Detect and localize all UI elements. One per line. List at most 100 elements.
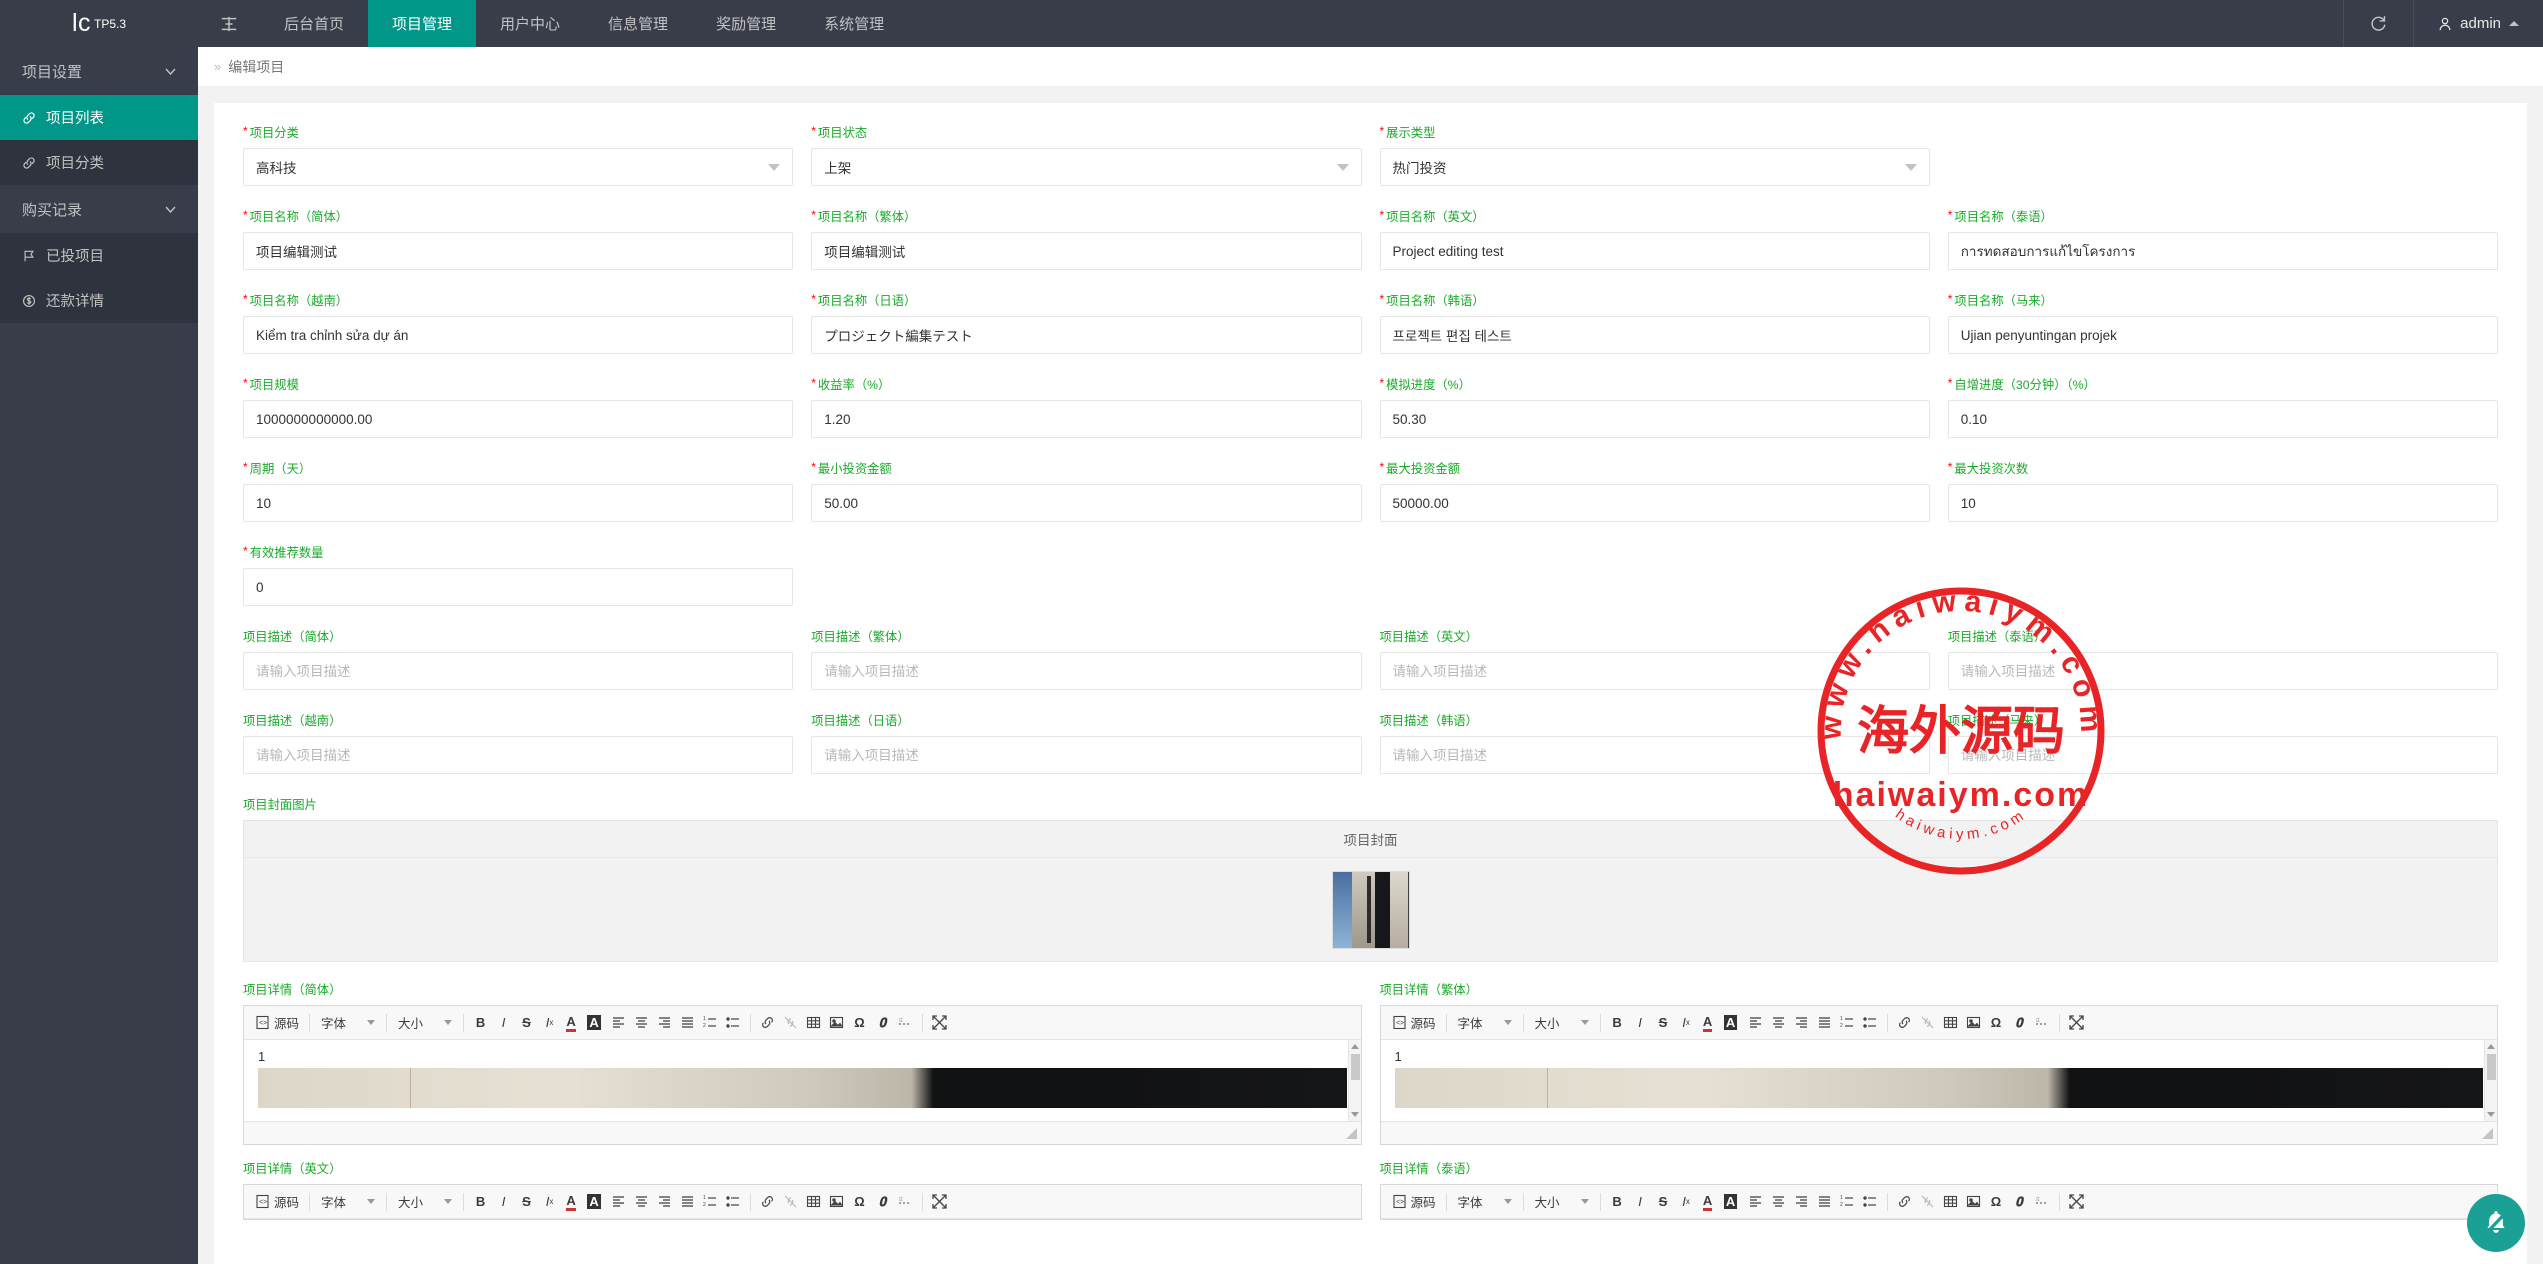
bold-icon[interactable]: B [1606, 1010, 1629, 1036]
editor-content-area[interactable]: 1 [244, 1040, 1361, 1122]
align-center-icon[interactable] [1767, 1010, 1790, 1036]
ordered-list-icon[interactable]: 12 [699, 1189, 722, 1215]
maximize-icon[interactable] [2065, 1010, 2088, 1036]
project-name-vietnamese-input[interactable] [243, 316, 793, 354]
maximize-icon[interactable] [928, 1189, 951, 1215]
link-icon[interactable] [756, 1189, 779, 1215]
desc-english-input[interactable] [1380, 652, 1930, 690]
sidebar-group-purchase-records[interactable]: 购买记录 [0, 185, 198, 233]
unordered-list-icon[interactable] [722, 1010, 745, 1036]
ordered-list-icon[interactable]: 12 [1836, 1010, 1859, 1036]
table-icon[interactable] [1939, 1189, 1962, 1215]
project-scale-input[interactable] [243, 400, 793, 438]
table-icon[interactable] [802, 1189, 825, 1215]
bold-icon[interactable]: B [1606, 1189, 1629, 1215]
yield-rate-input[interactable] [811, 400, 1361, 438]
font-size-dropdown[interactable]: 大小 [392, 1189, 458, 1215]
link-icon[interactable] [756, 1010, 779, 1036]
tab-reward-management[interactable]: 奖励管理 [692, 0, 800, 47]
table-icon[interactable] [1939, 1010, 1962, 1036]
editor-scrollbar[interactable] [2484, 1040, 2497, 1121]
resize-grip-icon[interactable] [2482, 1128, 2493, 1139]
valid-referral-count-input[interactable] [243, 568, 793, 606]
unordered-list-icon[interactable] [1859, 1010, 1882, 1036]
align-left-icon[interactable] [1744, 1010, 1767, 1036]
ordered-list-icon[interactable]: 12 [1836, 1189, 1859, 1215]
italic-icon[interactable]: I [492, 1189, 515, 1215]
tab-system-management[interactable]: 系统管理 [800, 0, 908, 47]
font-family-dropdown[interactable]: 字体 [1452, 1010, 1518, 1036]
page-break-icon[interactable]: ⁝⁝ [2031, 1010, 2054, 1036]
project-cover-thumbnail[interactable] [1332, 871, 1410, 949]
align-left-icon[interactable] [607, 1010, 630, 1036]
hamburger-icon[interactable] [198, 0, 260, 47]
text-color-icon[interactable]: A [561, 1010, 584, 1036]
tab-dashboard[interactable]: 后台首页 [260, 0, 368, 47]
unordered-list-icon[interactable] [1859, 1189, 1882, 1215]
scroll-up-arrow-icon[interactable] [1351, 1044, 1359, 1049]
font-size-dropdown[interactable]: 大小 [1529, 1010, 1595, 1036]
align-justify-icon[interactable] [1813, 1189, 1836, 1215]
text-color-icon[interactable]: A [1698, 1010, 1721, 1036]
anchor-icon[interactable]: 𝟎 [2008, 1189, 2031, 1215]
project-status-select[interactable] [811, 148, 1361, 186]
align-justify-icon[interactable] [676, 1010, 699, 1036]
auto-increment-progress-input[interactable] [1948, 400, 2498, 438]
omega-icon[interactable]: Ω [848, 1189, 871, 1215]
app-logo[interactable]: lcTP5.3 [0, 0, 198, 47]
font-size-dropdown[interactable]: 大小 [392, 1010, 458, 1036]
font-family-dropdown[interactable]: 字体 [315, 1189, 381, 1215]
unordered-list-icon[interactable] [722, 1189, 745, 1215]
table-icon[interactable] [802, 1010, 825, 1036]
anchor-icon[interactable]: 𝟎 [871, 1010, 894, 1036]
notification-toggle-button[interactable] [2467, 1194, 2525, 1252]
unlink-icon[interactable] [779, 1010, 802, 1036]
background-color-icon[interactable]: A [1721, 1189, 1744, 1215]
align-right-icon[interactable] [1790, 1189, 1813, 1215]
project-name-thai-input[interactable] [1948, 232, 2498, 270]
background-color-icon[interactable]: A [1721, 1010, 1744, 1036]
strikethrough-icon[interactable]: S [1652, 1189, 1675, 1215]
remove-format-icon[interactable]: Ix [538, 1189, 561, 1215]
align-justify-icon[interactable] [676, 1189, 699, 1215]
tab-user-center[interactable]: 用户中心 [476, 0, 584, 47]
sidebar-item-repayment-details[interactable]: 还款详情 [0, 278, 198, 323]
resize-grip-icon[interactable] [1346, 1128, 1357, 1139]
scroll-up-arrow-icon[interactable] [2487, 1044, 2495, 1049]
source-code-button[interactable]: <> 源码 [1387, 1010, 1441, 1036]
source-code-button[interactable]: <> 源码 [250, 1189, 304, 1215]
align-right-icon[interactable] [653, 1189, 676, 1215]
desc-korean-input[interactable] [1380, 736, 1930, 774]
text-color-icon[interactable]: A [561, 1189, 584, 1215]
anchor-icon[interactable]: 𝟎 [2008, 1010, 2031, 1036]
font-size-dropdown[interactable]: 大小 [1529, 1189, 1595, 1215]
display-type-select[interactable] [1380, 148, 1930, 186]
editor-scrollbar[interactable] [1348, 1040, 1361, 1121]
sidebar-item-project-category[interactable]: 项目分类 [0, 140, 198, 185]
sidebar-group-project-settings[interactable]: 项目设置 [0, 47, 198, 95]
page-break-icon[interactable]: ⁝⁝ [2031, 1189, 2054, 1215]
sidebar-item-project-list[interactable]: 项目列表 [0, 95, 198, 140]
unlink-icon[interactable] [779, 1189, 802, 1215]
cycle-days-input[interactable] [243, 484, 793, 522]
project-name-english-input[interactable] [1380, 232, 1930, 270]
image-icon[interactable] [1962, 1189, 1985, 1215]
desc-malay-input[interactable] [1948, 736, 2498, 774]
bold-icon[interactable]: B [469, 1010, 492, 1036]
align-center-icon[interactable] [1767, 1189, 1790, 1215]
unlink-icon[interactable] [1916, 1010, 1939, 1036]
max-investment-count-input[interactable] [1948, 484, 2498, 522]
image-icon[interactable] [1962, 1010, 1985, 1036]
editor-content-area[interactable]: 1 [1381, 1040, 2498, 1122]
project-category-select[interactable] [243, 148, 793, 186]
italic-icon[interactable]: I [1629, 1189, 1652, 1215]
sidebar-item-invested-projects[interactable]: 已投项目 [0, 233, 198, 278]
project-name-malay-input[interactable] [1948, 316, 2498, 354]
remove-format-icon[interactable]: Ix [538, 1010, 561, 1036]
desc-simplified-input[interactable] [243, 652, 793, 690]
project-name-japanese-input[interactable] [811, 316, 1361, 354]
desc-japanese-input[interactable] [811, 736, 1361, 774]
strikethrough-icon[interactable]: S [515, 1189, 538, 1215]
project-name-korean-input[interactable] [1380, 316, 1930, 354]
maximize-icon[interactable] [928, 1010, 951, 1036]
